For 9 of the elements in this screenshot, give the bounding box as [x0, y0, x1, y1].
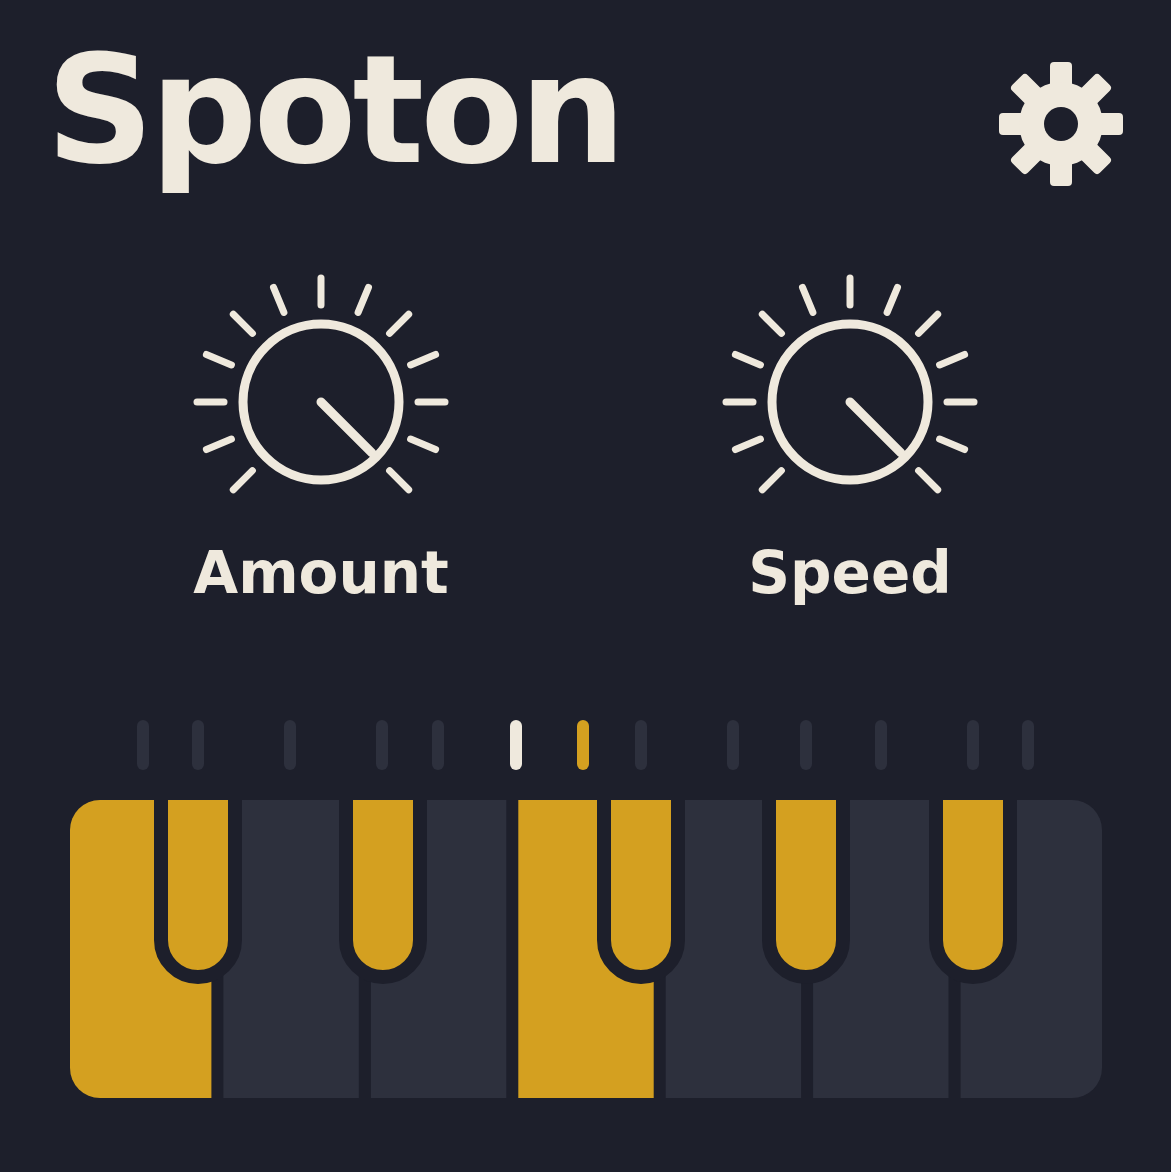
knob-label: Amount [193, 544, 449, 602]
settings-icon [997, 60, 1125, 188]
piano-key[interactable] [154, 800, 242, 984]
piano-key[interactable] [929, 800, 1017, 984]
app-title: Spoton [46, 28, 622, 193]
piano-key[interactable] [339, 800, 427, 984]
settings-button[interactable] [997, 60, 1125, 188]
piano-key[interactable] [762, 800, 850, 984]
piano-key[interactable] [597, 800, 685, 984]
